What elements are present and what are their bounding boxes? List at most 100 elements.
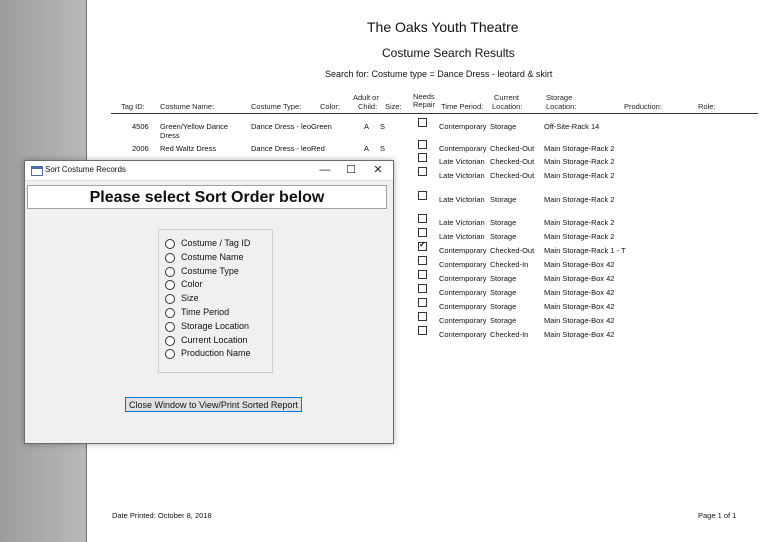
radio-button[interactable]	[165, 266, 175, 277]
row-5-current-location: Storage	[490, 218, 517, 227]
header-costume-name: Costume Name:	[160, 102, 215, 111]
needs-repair-checkbox	[418, 153, 427, 162]
page-number: Page 1 of 1	[698, 511, 737, 520]
row-1-tag: 2006	[132, 144, 149, 153]
row-7-storage-location: Main Storage-Rack 1 - T	[544, 246, 626, 255]
sort-options-group: Costume / Tag ID Costume Name Costume Type…	[158, 229, 273, 373]
needs-repair-checkbox	[418, 270, 427, 279]
sort-dialog: Sort Costume Records — ☐ ✕ Please select…	[24, 160, 394, 444]
row-12-current-location: Storage	[490, 316, 517, 325]
row-13-current-location: Checked-In	[490, 330, 529, 339]
row-6-storage-location: Main Storage-Rack 2	[544, 232, 615, 241]
row-12-storage-location: Main Storage-Box 42	[544, 316, 615, 325]
needs-repair-checkbox	[418, 256, 427, 265]
needs-repair-checkbox	[418, 326, 427, 335]
row-11-time-period: Contemporary	[439, 302, 487, 311]
header-current-location-line1: Current	[494, 93, 520, 102]
row-0-size: S	[380, 122, 386, 131]
row-6-current-location: Storage	[490, 232, 517, 241]
needs-repair-checkbox	[418, 191, 427, 200]
sort-option-label: Time Period	[181, 307, 230, 317]
needs-repair-checkbox	[418, 140, 427, 149]
row-1-adult-child: A	[364, 144, 370, 153]
needs-repair-checkbox	[418, 167, 427, 176]
row-1-current-location: Checked-Out	[490, 144, 535, 153]
needs-repair-checkbox	[418, 312, 427, 321]
heading-box: Please select Sort Order below	[27, 185, 387, 209]
header-costume-type: Costume Type:	[251, 102, 302, 111]
header-time-period: Time Period:	[441, 102, 484, 111]
close-icon[interactable]: ✕	[367, 162, 389, 179]
row-0-current-location: Storage	[490, 122, 517, 131]
row-5-time-period: Late Victorian	[439, 218, 485, 227]
radio-button[interactable]	[165, 294, 175, 305]
org-title: The Oaks Youth Theatre	[367, 19, 519, 35]
header-size: Size:	[385, 102, 402, 111]
header-adult-child-line2: Child:	[358, 102, 378, 111]
row-1-time-period: Contemporary	[439, 144, 487, 153]
row-11-current-location: Storage	[490, 302, 517, 311]
radio-button[interactable]	[165, 280, 175, 291]
row-4-time-period: Late Victorian	[439, 195, 485, 204]
row-2-time-period: Late Victorian	[439, 157, 485, 166]
row-0-adult-child: A	[364, 122, 370, 131]
row-0-name-line2: Dress	[160, 131, 180, 140]
minimize-button[interactable]: —	[314, 162, 336, 179]
sort-option-label: Size	[181, 293, 199, 304]
header-underline	[111, 113, 758, 114]
row-0-type: Dance Dress - leo	[251, 122, 312, 131]
row-1-storage-location: Main Storage-Rack 2	[544, 144, 615, 153]
row-2-storage-location: Main Storage-Rack 2	[544, 157, 615, 166]
row-1-type: Dance Dress - leo	[251, 144, 312, 153]
date-printed: Date Printed: October 8, 2018	[112, 511, 212, 520]
row-7-time-period: Contemporary	[439, 246, 487, 255]
sort-option-label: Costume Name	[181, 251, 244, 262]
sort-option-label: Storage Location	[181, 320, 250, 331]
row-4-current-location: Storage	[490, 195, 517, 204]
row-3-time-period: Late Victorian	[439, 171, 485, 180]
form-icon	[31, 166, 43, 176]
sort-option-label: Color	[181, 279, 203, 290]
row-3-storage-location: Main Storage-Rack 2	[544, 171, 615, 180]
row-8-time-period: Contemporary	[439, 260, 487, 269]
radio-button[interactable]	[165, 349, 175, 360]
row-10-storage-location: Main Storage-Box 42	[544, 288, 615, 297]
dialog-titlebar[interactable]: Sort Costume Records — ☐ ✕	[25, 161, 393, 181]
header-production: Production:	[624, 102, 662, 111]
row-10-current-location: Storage	[490, 288, 517, 297]
radio-button[interactable]	[165, 239, 175, 249]
maximize-button[interactable]: ☐	[340, 162, 362, 179]
row-6-time-period: Late Victorian	[439, 232, 485, 241]
needs-repair-checkbox	[418, 284, 427, 293]
radio-button[interactable]	[165, 252, 175, 263]
dialog-heading: Please select Sort Order below	[89, 189, 325, 206]
needs-repair-checkbox	[418, 118, 427, 127]
row-0-time-period: Contemporary	[439, 122, 487, 131]
close-window-button[interactable]: Close Window to View/Print Sorted Report	[125, 397, 302, 412]
needs-repair-checkbox	[418, 214, 427, 223]
row-8-current-location: Checked-In	[490, 260, 529, 269]
sort-option-label: Costume / Tag ID	[181, 238, 251, 248]
row-9-time-period: Contemporary	[439, 274, 487, 283]
needs-repair-checkbox	[418, 228, 427, 237]
row-4-storage-location: Main Storage-Rack 2	[544, 195, 615, 204]
row-5-storage-location: Main Storage-Rack 2	[544, 218, 615, 227]
row-13-storage-location: Main Storage-Box 42	[544, 330, 615, 339]
row-0-tag: 4506	[132, 122, 149, 131]
header-storage-location-line1: Storage	[546, 93, 573, 102]
sort-option-label: Costume Type	[181, 265, 239, 276]
row-8-storage-location: Main Storage-Box 42	[544, 260, 615, 269]
header-storage-location-line2: Location:	[546, 102, 577, 111]
header-role: Role:	[698, 102, 716, 111]
row-12-time-period: Contemporary	[439, 316, 487, 325]
sort-option-label: Production Name	[181, 348, 251, 359]
radio-button[interactable]	[165, 308, 175, 318]
row-1-size: S	[380, 144, 386, 153]
header-adult-child-line1: Adult or	[353, 93, 379, 102]
header-needs-repair-line2: Repair	[413, 100, 436, 109]
radio-button[interactable]	[165, 321, 175, 332]
header-current-location-line2: Location:	[492, 102, 523, 111]
radio-button[interactable]	[165, 335, 175, 346]
header-tag-id: Tag ID:	[121, 102, 145, 111]
row-7-current-location: Checked-Out	[490, 246, 535, 255]
